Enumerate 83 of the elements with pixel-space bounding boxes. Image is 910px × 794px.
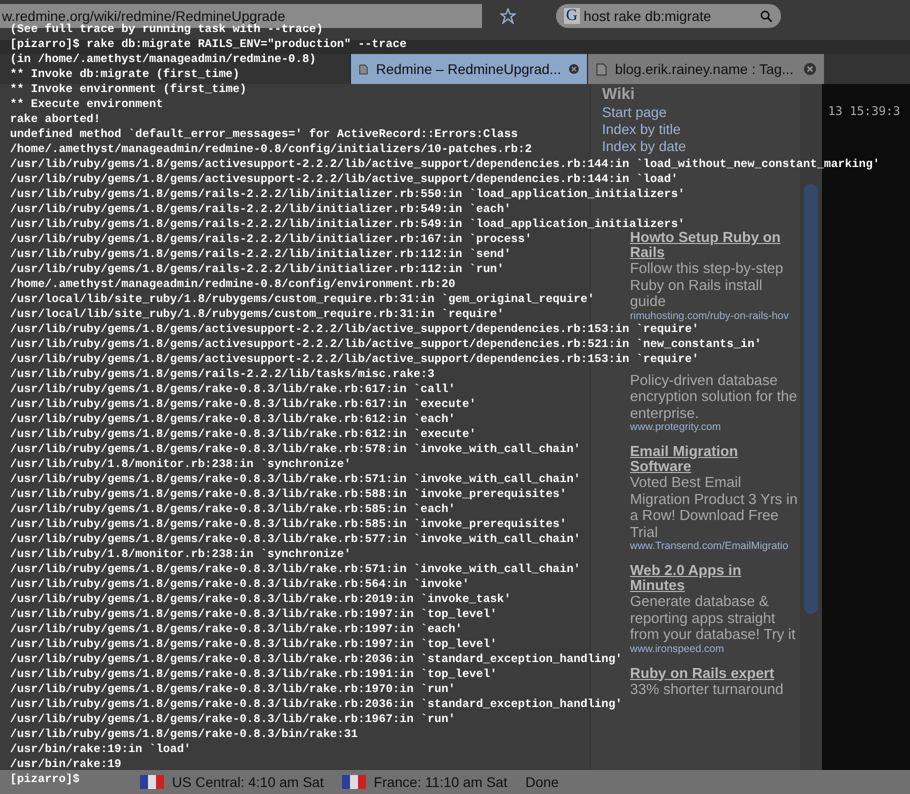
terminal-line: /usr/bin/rake:19:in `load' — [10, 742, 191, 757]
terminal-line: ** Invoke db:migrate (first_time) — [10, 67, 240, 82]
clock-text: 13 15:39:3 — [828, 104, 900, 118]
ad-title[interactable]: Email Migration Software — [630, 445, 798, 475]
terminal-line: /usr/lib/ruby/gems/1.8/gems/rake-0.8.3/lib/rake.rb:617:in `execute' — [10, 397, 476, 412]
terminal-line: /usr/lib/ruby/gems/1.8/gems/rake-0.8.3/lib/rake.rb:1997:in `each' — [10, 622, 462, 637]
ad-text: 33% shorter turnaround — [630, 682, 784, 698]
terminal-line: /usr/lib/ruby/gems/1.8/gems/activesupport-2.2.2/lib/active_support/dependencies.rb:144:in `load' — [10, 172, 678, 187]
sidebar-link[interactable]: Index by date — [602, 138, 800, 155]
terminal-line: /usr/local/lib/site_ruby/1.8/rubygems/custom_require.rb:31:in `require' — [10, 307, 504, 322]
terminal-line: ** Execute environment — [10, 97, 164, 112]
terminal-line: ** Invoke environment (first_time) — [10, 82, 247, 97]
terminal-line: [pizarro]$ rake db:migrate RAILS_ENV="production" --trace — [10, 37, 407, 52]
search-icon — [760, 10, 773, 22]
ad-text: Generate database & reporting apps straight from your database! Try it — [630, 594, 796, 644]
terminal-line: /usr/local/lib/site_ruby/1.8/rubygems/custom_require.rb:31:in `gem_original_require' — [10, 292, 594, 307]
flag-icon — [342, 775, 366, 789]
ad-title[interactable]: Ruby on Rails expert — [630, 666, 798, 682]
terminal-line: /usr/lib/ruby/gems/1.8/gems/rake-0.8.3/lib/rake.rb:1997:in `top_level' — [10, 637, 498, 652]
terminal-line: /usr/lib/ruby/gems/1.8/gems/rake-0.8.3/lib/rake.rb:2036:in `standard_exception_handling' — [10, 652, 622, 667]
ad-text: Policy-driven database encryption solution for the enterprise. — [630, 372, 798, 422]
browser-tab[interactable]: Redmine – RedmineUpgrad... — [350, 54, 587, 84]
star-icon[interactable] — [500, 8, 516, 24]
terminal-line: /usr/lib/ruby/gems/1.8/gems/rake-0.8.3/lib/rake.rb:578:in `invoke_with_call_chain' — [10, 442, 581, 457]
search-engine-icon: G — [564, 8, 580, 24]
terminal-line: /usr/lib/ruby/1.8/monitor.rb:238:in `synchronize' — [10, 457, 351, 472]
terminal-line: /usr/lib/ruby/gems/1.8/gems/rails-2.2.2/lib/initializer.rb:112:in `run' — [10, 262, 504, 277]
terminal-line: /usr/lib/ruby/gems/1.8/gems/rake-0.8.3/lib/rake.rb:585:in `invoke_prerequisites' — [10, 517, 567, 532]
terminal-line: /usr/lib/ruby/gems/1.8/gems/rake-0.8.3/lib/rake.rb:564:in `invoke' — [10, 577, 470, 592]
terminal-line: /usr/lib/ruby/gems/1.8/gems/activesupport-2.2.2/lib/active_support/dependencies.rb:153:in `require' — [10, 322, 699, 337]
search-field[interactable]: G host rake db:migrate — [556, 4, 781, 28]
terminal-line: /usr/bin/rake:19 — [10, 757, 122, 772]
terminal-line: /usr/lib/ruby/gems/1.8/gems/rake-0.8.3/lib/rake.rb:1970:in `run' — [10, 682, 456, 697]
terminal-line: /usr/lib/ruby/gems/1.8/gems/rake-0.8.3/lib/rake.rb:585:in `each' — [10, 502, 456, 517]
terminal-line: /usr/lib/ruby/gems/1.8/gems/rake-0.8.3/lib/rake.rb:612:in `execute' — [10, 427, 476, 442]
terminal-line: /usr/lib/ruby/gems/1.8/gems/rake-0.8.3/lib/rake.rb:571:in `invoke_with_call_chain' — [10, 562, 581, 577]
terminal-line: /usr/lib/ruby/gems/1.8/gems/rake-0.8.3/lib/rake.rb:612:in `each' — [10, 412, 456, 427]
terminal-line: undefined method `default_error_messages=' for ActiveRecord::Errors:Class — [10, 127, 518, 142]
terminal-line: /usr/lib/ruby/gems/1.8/gems/rake-0.8.3/lib/rake.rb:1997:in `top_level' — [10, 607, 498, 622]
terminal-line: /usr/lib/ruby/gems/1.8/gems/rake-0.8.3/lib/rake.rb:1967:in `run' — [10, 712, 456, 727]
close-icon[interactable] — [804, 63, 816, 75]
terminal-line: rake aborted! — [10, 112, 100, 127]
browser-tab[interactable]: blog.erik.rainey.name : Tag... — [587, 54, 824, 84]
terminal-line: /home/.amethyst/manageadmin/redmine-0.8/config/environment.rb:20 — [10, 277, 456, 292]
ad-url[interactable]: rimuhosting.com/ruby-on-rails-hov — [630, 310, 798, 322]
page-icon — [596, 62, 607, 76]
ad-text: Voted Best Email Migration Product 3 Yrs in a Row! Download Free Trial — [630, 475, 798, 541]
sidebar-link[interactable]: Index by title — [602, 121, 800, 138]
terminal-line: /usr/lib/ruby/gems/1.8/gems/rails-2.2.2/lib/initializer.rb:167:in `process' — [10, 232, 532, 247]
flag-icon — [140, 775, 164, 789]
terminal-line: /usr/lib/ruby/gems/1.8/gems/rake-0.8.3/lib/rake.rb:577:in `invoke_with_call_chain' — [10, 532, 581, 547]
terminal-line: /usr/lib/ruby/gems/1.8/gems/rails-2.2.2/lib/initializer.rb:112:in `send' — [10, 247, 511, 262]
ad-text: Follow this step-by-step Ruby on Rails install guide — [630, 261, 784, 310]
terminal-line: /usr/lib/ruby/gems/1.8/gems/rails-2.2.2/lib/initializer.rb:549:in `each' — [10, 202, 511, 217]
terminal-line: /usr/lib/ruby/gems/1.8/gems/rails-2.2.2/lib/tasks/misc.rake:3 — [10, 367, 434, 382]
terminal-line: /usr/lib/ruby/gems/1.8/gems/rails-2.2.2/lib/initializer.rb:549:in `load_application_initializers' — [10, 217, 685, 232]
page-icon — [359, 62, 368, 76]
terminal-line: /usr/lib/ruby/gems/1.8/gems/activesupport-2.2.2/lib/active_support/dependencies.rb:153:in `require' — [10, 352, 699, 367]
terminal-line: /usr/lib/ruby/gems/1.8/gems/rake-0.8.3/lib/rake.rb:2019:in `invoke_task' — [10, 592, 511, 607]
close-icon[interactable] — [569, 63, 579, 75]
world-clock: US Central: 4:10 am Sat — [172, 774, 324, 790]
sidebar-link[interactable]: Start page — [602, 104, 800, 121]
terminal-line: /usr/lib/ruby/gems/1.8/gems/rake-0.8.3/lib/rake.rb:617:in `call' — [10, 382, 456, 397]
ad-title[interactable]: Web 2.0 Apps in Minutes — [630, 564, 798, 594]
terminal-line: [pizarro]$ — [10, 772, 80, 787]
terminal-line: /usr/lib/ruby/1.8/monitor.rb:238:in `synchronize' — [10, 547, 351, 562]
ad-url[interactable]: www.protegrity.com — [630, 422, 798, 433]
ad-title[interactable]: Howto Setup Ruby on Rails — [630, 231, 798, 261]
terminal-line: /usr/lib/ruby/gems/1.8/gems/rake-0.8.3/bin/rake:31 — [10, 727, 358, 742]
terminal-line: /usr/lib/ruby/gems/1.8/gems/rake-0.8.3/lib/rake.rb:2036:in `standard_exception_handling' — [10, 697, 622, 712]
sidebar-heading: Wiki — [602, 86, 636, 104]
status-text: Done — [525, 774, 559, 790]
terminal-line: /usr/lib/ruby/gems/1.8/gems/activesupport-2.2.2/lib/active_support/dependencies.rb:521:in `new_constants_in' — [10, 337, 762, 352]
ad-url[interactable]: www.ironspeed.com — [630, 644, 798, 654]
terminal-line: /home/.amethyst/manageadmin/redmine-0.8/config/initializers/10-patches.rb:2 — [10, 142, 532, 157]
terminal-line: /usr/lib/ruby/gems/1.8/gems/rails-2.2.2/lib/initializer.rb:550:in `load_application_initializers' — [10, 187, 685, 202]
terminal-line: /usr/lib/ruby/gems/1.8/gems/rake-0.8.3/lib/rake.rb:588:in `invoke_prerequisites' — [10, 487, 567, 502]
terminal-line: /usr/lib/ruby/gems/1.8/gems/rake-0.8.3/lib/rake.rb:571:in `invoke_with_call_chain' — [10, 472, 581, 487]
terminal-line: /usr/lib/ruby/gems/1.8/gems/activesupport-2.2.2/lib/active_support/dependencies.rb:144:in `load_without_new_constant_marking' — [10, 157, 880, 172]
terminal-line: /usr/lib/ruby/gems/1.8/gems/rake-0.8.3/lib/rake.rb:1991:in `top_level' — [10, 667, 498, 682]
ad-url[interactable]: www.Transend.com/EmailMigratio — [630, 541, 798, 552]
world-clock: France: 11:10 am Sat — [374, 774, 508, 790]
terminal-line: (in /home/.amethyst/manageadmin/redmine-0.8) — [10, 52, 316, 67]
